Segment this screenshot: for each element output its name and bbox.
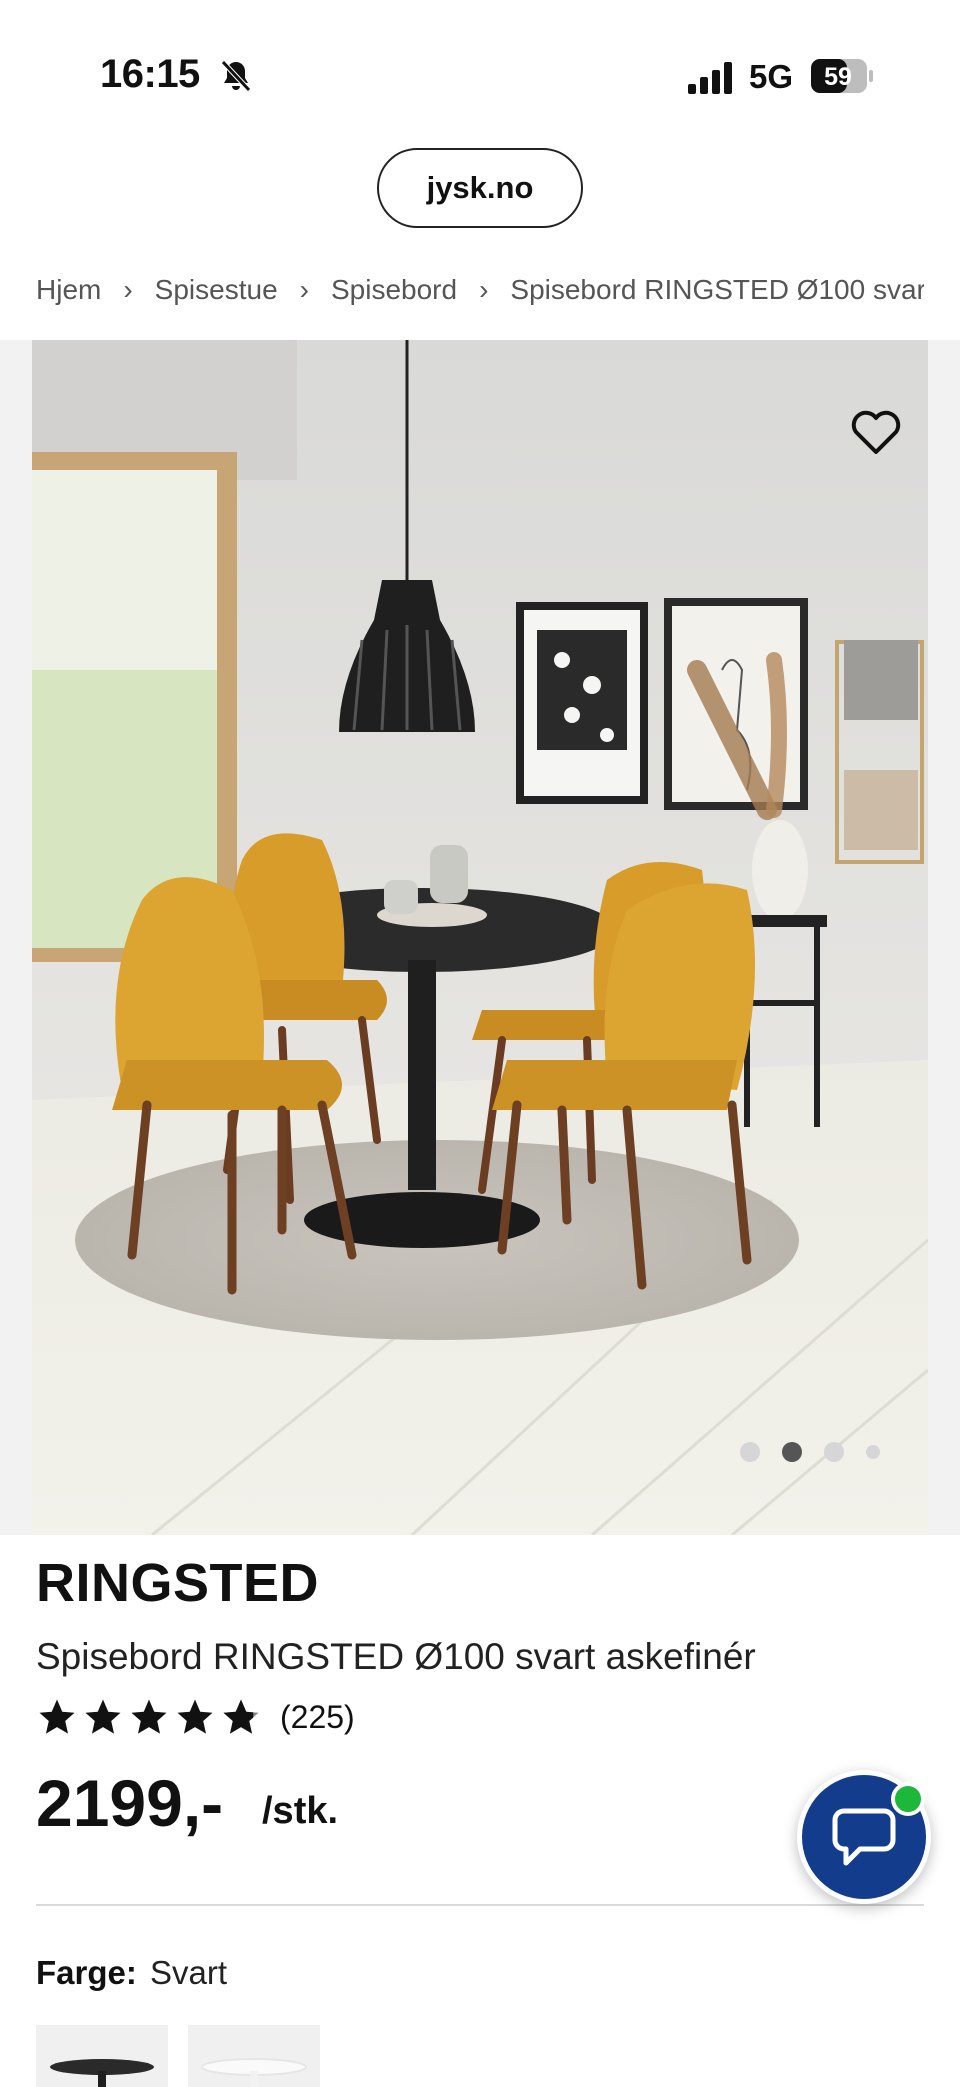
- breadcrumb-dining-tables[interactable]: Spisebord: [331, 274, 457, 306]
- carousel-dots: [740, 1440, 880, 1464]
- divider: [36, 1904, 924, 1906]
- breadcrumb-dining-room[interactable]: Spisestue: [155, 274, 278, 306]
- chevron-right-icon: ›: [479, 274, 489, 305]
- product-image[interactable]: [32, 340, 928, 1535]
- signal-icon: [688, 62, 732, 94]
- star-half-icon: [223, 1699, 259, 1734]
- breadcrumb-home[interactable]: Hjem: [36, 274, 101, 306]
- breadcrumb-current: Spisebord RINGSTED Ø100 svart askefinér: [510, 274, 924, 305]
- star-icon: [39, 1699, 75, 1734]
- status-time: 16:15: [100, 52, 200, 96]
- chevron-right-icon: ›: [299, 274, 309, 305]
- battery-level: 59: [824, 63, 852, 91]
- heart-icon[interactable]: [848, 408, 904, 458]
- white-table-thumbnail: [201, 2058, 307, 2087]
- product-title: Spisebord RINGSTED Ø100 svart askefinér: [36, 1636, 756, 1677]
- bell-off-icon: [221, 60, 251, 92]
- battery-icon: 59: [811, 59, 873, 93]
- breadcrumb: Hjem › Spisestue › Spisebord › Spisebord…: [36, 270, 924, 310]
- product-price: 2199,-: [36, 1766, 224, 1840]
- star-icon: [85, 1699, 121, 1734]
- carousel-dot-1[interactable]: [740, 1442, 760, 1462]
- black-table-thumbnail: [50, 2059, 154, 2087]
- url-bar[interactable]: jysk.no: [377, 148, 583, 228]
- swatch-white[interactable]: [188, 2025, 320, 2087]
- price-unit: /stk.: [262, 1790, 339, 1832]
- rating[interactable]: (225): [36, 1696, 355, 1738]
- carousel-dot-4[interactable]: [866, 1445, 880, 1459]
- star-icon: [131, 1699, 167, 1734]
- online-status-badge: [891, 1782, 925, 1816]
- rating-count: (225): [280, 1698, 355, 1735]
- star-icon: [177, 1699, 213, 1734]
- chevron-right-icon: ›: [123, 274, 133, 305]
- status-bar: 16:15 5G 59: [0, 0, 960, 150]
- product-brand: RINGSTED: [36, 1553, 320, 1613]
- carousel-dot-3[interactable]: [824, 1442, 844, 1462]
- network-type: 5G: [749, 58, 794, 95]
- chat-bubble-icon: [832, 1808, 896, 1866]
- color-label: Farge:: [36, 1954, 137, 1991]
- dining-room-photo: [32, 340, 928, 1535]
- color-value: Svart: [150, 1954, 228, 1991]
- swatch-black[interactable]: [36, 2025, 168, 2087]
- carousel-dot-2[interactable]: [782, 1442, 802, 1462]
